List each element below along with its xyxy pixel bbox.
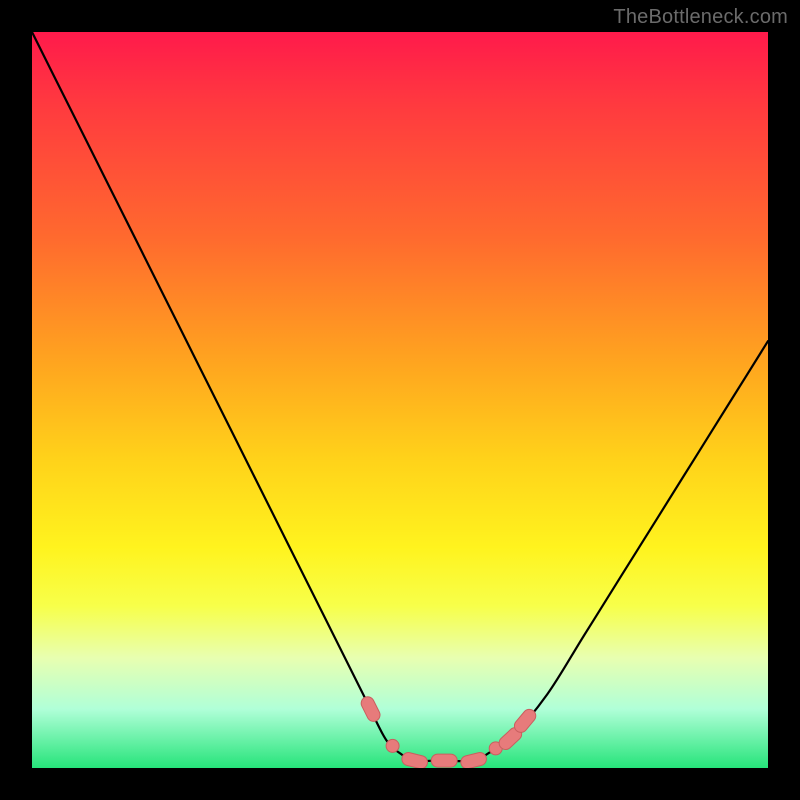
marker-pill: [401, 751, 429, 768]
marker-pill: [496, 725, 524, 752]
marker-pill: [431, 754, 457, 767]
marker-pill: [512, 707, 539, 735]
marker-dot: [489, 742, 502, 755]
chart-frame: TheBottleneck.com: [0, 0, 800, 800]
bottleneck-curve: [32, 32, 768, 768]
markers-group: [359, 695, 538, 768]
plot-area: [32, 32, 768, 768]
marker-pill: [459, 751, 487, 768]
watermark-text: TheBottleneck.com: [613, 6, 788, 29]
curve-path: [32, 32, 768, 761]
marker-pill: [359, 695, 382, 724]
marker-dot: [386, 739, 399, 752]
